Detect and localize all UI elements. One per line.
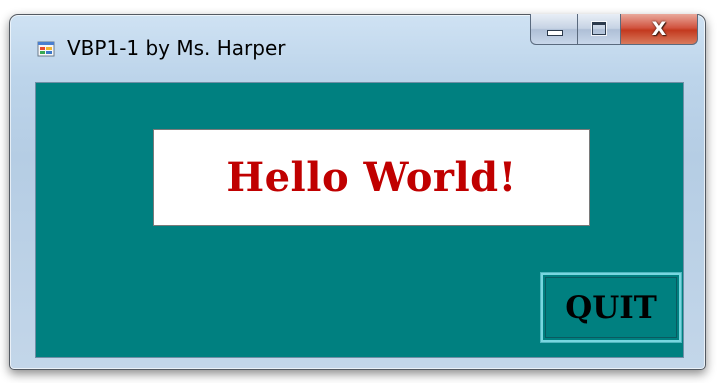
window-controls: X [530, 14, 698, 45]
maximize-icon [592, 22, 606, 35]
app-window: VBP1-1 by Ms. Harper X Hello World! QUIT [9, 14, 706, 370]
minimize-icon [547, 30, 563, 36]
app-icon [37, 41, 55, 57]
desktop-background: VBP1-1 by Ms. Harper X Hello World! QUIT [0, 0, 718, 383]
form-client-area: Hello World! QUIT [35, 82, 684, 358]
quit-button-label: QUIT [565, 289, 657, 326]
maximize-button[interactable] [577, 14, 621, 45]
hello-world-label: Hello World! [226, 154, 517, 201]
window-title: VBP1-1 by Ms. Harper [67, 36, 286, 60]
hello-label-box: Hello World! [153, 129, 590, 226]
title-bar[interactable]: VBP1-1 by Ms. Harper X [10, 14, 705, 81]
quit-button[interactable]: QUIT [541, 273, 681, 342]
close-button[interactable]: X [621, 14, 698, 45]
close-icon: X [651, 18, 667, 40]
minimize-button[interactable] [530, 14, 577, 45]
